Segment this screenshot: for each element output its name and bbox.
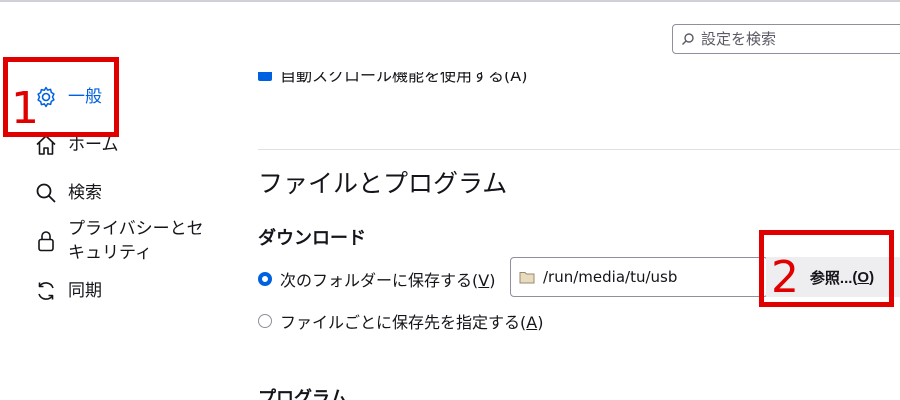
search-box[interactable] — [672, 24, 900, 54]
checkbox-checked[interactable] — [258, 72, 272, 81]
save-to-folder-radio[interactable]: 次のフォルダーに保存する(V) — [258, 267, 495, 291]
programs-heading: プログラム — [258, 388, 348, 400]
folder-icon — [519, 270, 535, 284]
search-icon — [681, 32, 695, 46]
download-folder-field[interactable]: /run/media/tu/usb — [510, 257, 768, 297]
annotation-number-1: 1 — [11, 83, 39, 134]
sidebar-item-search[interactable]: 検索 — [34, 181, 218, 205]
folder-path: /run/media/tu/usb — [543, 268, 678, 286]
section-divider — [258, 149, 900, 150]
lock-icon — [34, 229, 58, 253]
autoscroll-checkbox-row[interactable]: 自動スクロール機能を使用する(A) — [258, 72, 818, 90]
radio-unchecked-icon[interactable] — [258, 314, 272, 328]
radio-label: 次のフォルダーに保存する(V) — [280, 271, 496, 290]
sidebar-item-label: 検索 — [68, 183, 102, 203]
sidebar-item-label: 同期 — [68, 281, 102, 301]
annotation-number-2: 2 — [771, 252, 799, 303]
radio-checked-icon[interactable] — [258, 272, 272, 286]
radio-label: ファイルごとに保存先を指定する(A) — [280, 313, 544, 332]
search-icon — [34, 181, 58, 205]
always-ask-radio[interactable]: ファイルごとに保存先を指定する(A) — [258, 309, 543, 333]
search-input[interactable] — [701, 30, 900, 48]
sidebar-item-privacy[interactable]: プライバシーとセキュリティ — [34, 217, 208, 265]
sidebar-item-label: プライバシーとセキュリティ — [68, 219, 204, 263]
sidebar-item-sync[interactable]: 同期 — [34, 279, 218, 303]
downloads-heading: ダウンロード — [258, 228, 366, 249]
checkbox-label: 自動スクロール機能を使用する(A) — [280, 72, 528, 85]
sync-icon — [34, 279, 58, 303]
section-title: ファイルとプログラム — [258, 169, 508, 198]
top-border — [0, 0, 900, 2]
